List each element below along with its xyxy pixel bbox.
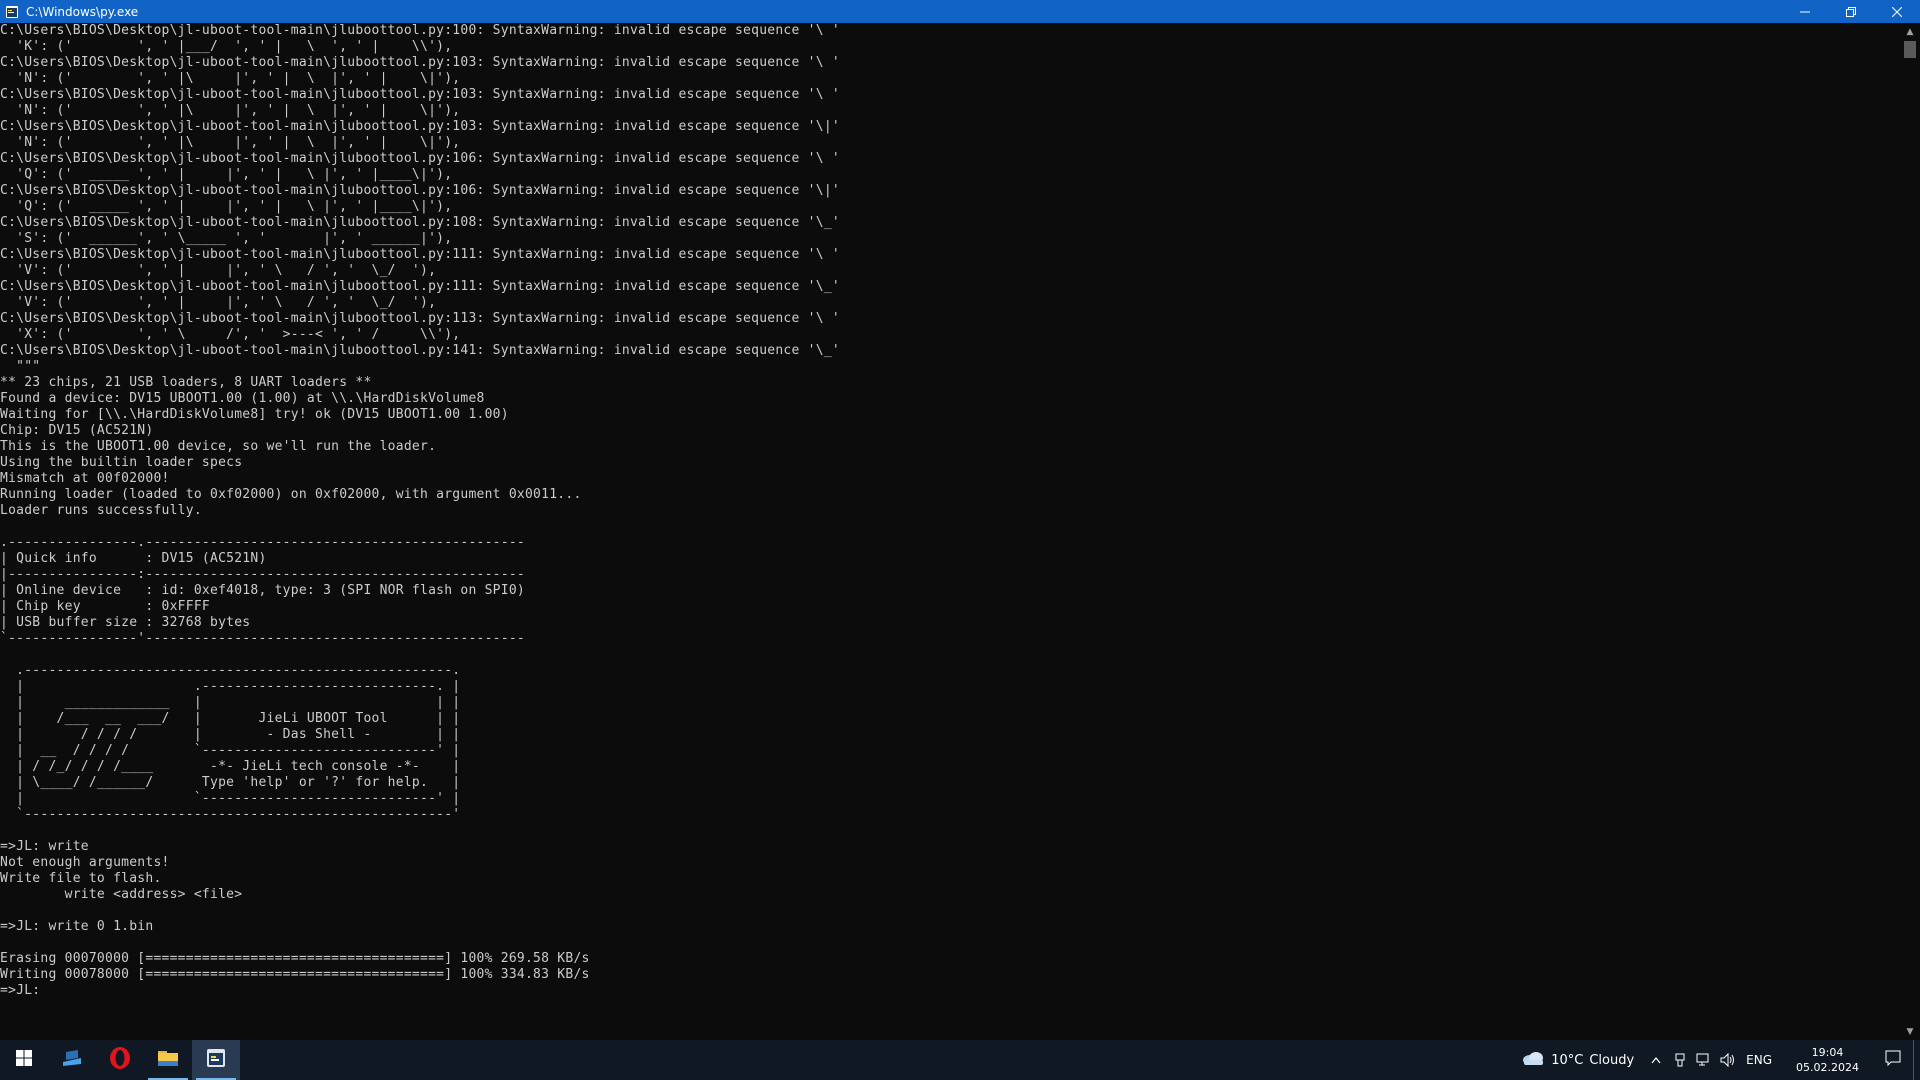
close-icon <box>1891 2 1903 21</box>
clock-date: 05.02.2024 <box>1796 1061 1859 1074</box>
usb-device-icon[interactable] <box>1668 1040 1692 1080</box>
taskbar-app-1[interactable] <box>48 1040 96 1080</box>
windows-logo-icon <box>16 1050 32 1070</box>
python-icon <box>4 4 20 20</box>
close-button[interactable] <box>1874 0 1920 23</box>
window-title: C:\Windows\py.exe <box>26 4 139 19</box>
restore-icon <box>1846 2 1856 21</box>
clock-time: 19:04 <box>1811 1046 1844 1059</box>
scroll-up-arrow-icon[interactable]: ▲ <box>1900 23 1920 40</box>
weather-temperature: 10°C <box>1551 1052 1584 1068</box>
minimize-button[interactable] <box>1782 0 1828 23</box>
volume-icon[interactable] <box>1716 1040 1740 1080</box>
show-desktop-button[interactable] <box>1913 1040 1920 1080</box>
start-button[interactable] <box>0 1040 48 1080</box>
minimize-icon <box>1800 2 1810 21</box>
scroll-down-arrow-icon[interactable]: ▼ <box>1900 1023 1920 1040</box>
opera-icon <box>108 1046 132 1074</box>
folder-icon <box>156 1046 180 1074</box>
weather-widget[interactable]: 10°C Cloudy <box>1521 1050 1634 1070</box>
taskbar-file-explorer[interactable] <box>144 1040 192 1080</box>
input-language[interactable]: ENG <box>1746 1053 1772 1067</box>
console-text: C:\Users\BIOS\Desktop\jl-uboot-tool-main… <box>0 23 840 998</box>
restore-button[interactable] <box>1828 0 1874 23</box>
network-icon[interactable] <box>1692 1040 1716 1080</box>
notification-icon <box>1885 1050 1901 1070</box>
vertical-scrollbar[interactable]: ▲ ▼ <box>1900 23 1920 1040</box>
title-bar[interactable]: C:\Windows\py.exe <box>0 0 1920 23</box>
window-controls <box>1782 0 1920 23</box>
taskbar-python-console[interactable] <box>192 1040 240 1080</box>
console-output[interactable]: C:\Users\BIOS\Desktop\jl-uboot-tool-main… <box>0 23 1900 1040</box>
system-tray: 10°C Cloudy ENG 19:04 05.02.2024 <box>1521 1040 1920 1080</box>
weather-condition: Cloudy <box>1589 1052 1635 1068</box>
cloud-icon <box>1521 1050 1545 1070</box>
blue-app-icon <box>60 1046 84 1074</box>
console-window: C:\Windows\py.exe C:\Users\BIOS\Desktop\… <box>0 0 1920 1040</box>
notification-center-button[interactable] <box>1873 1040 1913 1080</box>
python-icon <box>204 1046 228 1074</box>
taskbar-opera[interactable] <box>96 1040 144 1080</box>
scrollbar-thumb[interactable] <box>1904 41 1916 58</box>
show-hidden-icons-chevron-icon[interactable] <box>1644 1040 1668 1080</box>
clock[interactable]: 19:04 05.02.2024 <box>1796 1045 1859 1075</box>
taskbar: 10°C Cloudy ENG 19:04 05.02.2024 <box>0 1040 1920 1080</box>
